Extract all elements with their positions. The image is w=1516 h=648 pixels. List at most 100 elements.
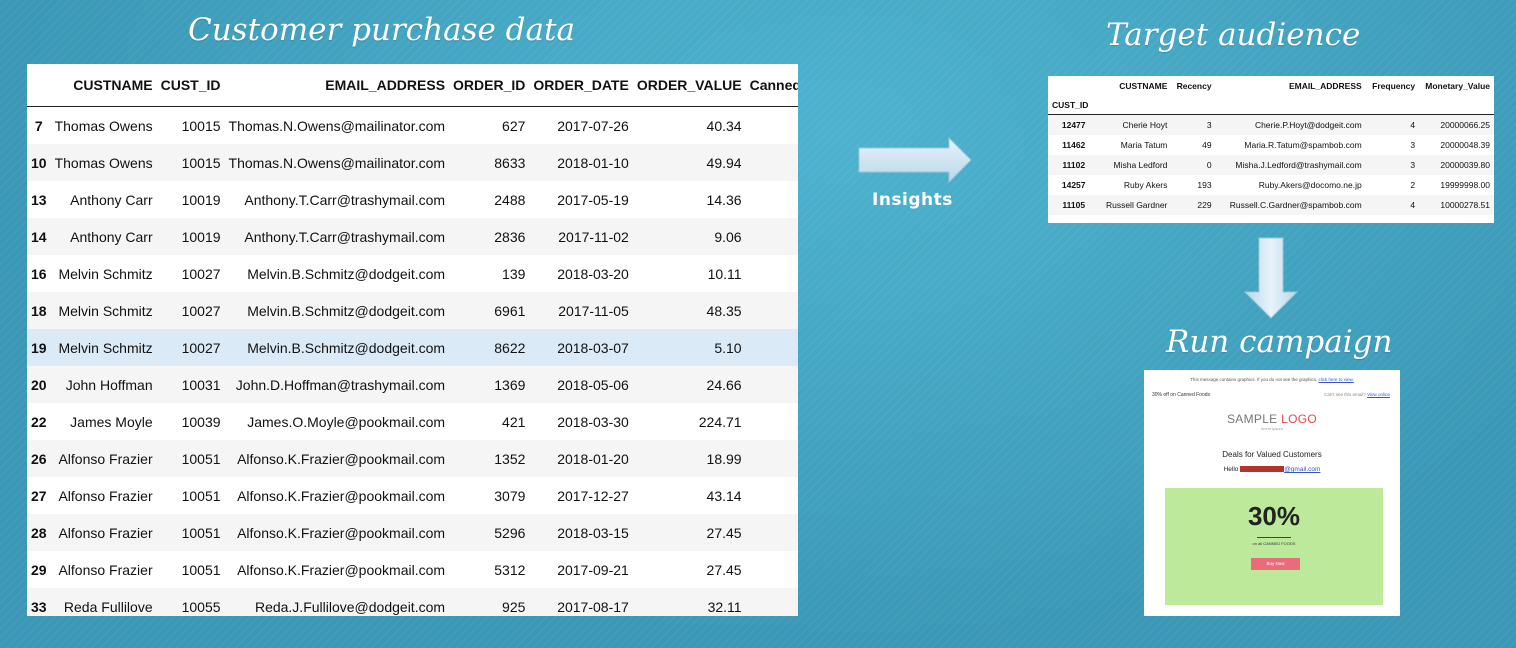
target-table-row: 11105 Russell Gardner 229 Russell.C.Gardner… bbox=[1048, 195, 1494, 215]
purchase-table-cell: Melvin Schmitz bbox=[50, 292, 157, 329]
target-table-cell: Maria Tatum bbox=[1120, 140, 1168, 150]
purchase-table-cell: Anthony.T.Carr@trashymail.com bbox=[244, 191, 446, 208]
purchase-table-cell: 2018-05-06 bbox=[529, 366, 633, 403]
target-table-header: CUSTNAME Recency EMAIL_ADDRESS Frequency Mon… bbox=[1048, 76, 1494, 95]
purchase-table-cell: 2018-01-10 bbox=[529, 144, 633, 181]
purchase-table-cell: Melvin Schmitz bbox=[50, 329, 157, 366]
email-address-link[interactable]: @gmail.com bbox=[1284, 466, 1320, 473]
purchase-col-header: ORDER_ID bbox=[449, 64, 530, 107]
purchase-table-cell: 224.71 bbox=[698, 413, 742, 430]
purchase-table-cell: 26 bbox=[27, 440, 51, 477]
hello-line: Hello @gmail.com bbox=[1144, 466, 1400, 473]
purchase-table-cell: 5296 bbox=[449, 514, 530, 551]
purchase-table-cell: 1 bbox=[746, 255, 798, 292]
purchase-table-cell: 22 bbox=[31, 413, 47, 430]
heading-customer-purchase-data: Customer purchase data bbox=[188, 12, 575, 48]
purchase-table-cell: 5.10 bbox=[632, 329, 746, 366]
target-col-header: Frequency bbox=[1372, 80, 1416, 91]
purchase-table-cell: James Moyle bbox=[70, 413, 153, 430]
purchase-table-row: 20 John Hoffman 10031 John.D.Hoffman@trashy… bbox=[27, 366, 798, 403]
purchase-table-row: 28 Alfonso Frazier 10051 Alfonso.K.Frazier@… bbox=[27, 514, 798, 551]
purchase-table-cell: 1 bbox=[745, 292, 798, 329]
purchase-table-cell: 2018-03-15 bbox=[529, 514, 633, 551]
purchase-table-cell: 1369 bbox=[449, 366, 530, 403]
purchase-table-cell: 3079 bbox=[494, 487, 526, 504]
purchase-table-cell: 10051 bbox=[181, 561, 221, 578]
purchase-table-cell: 2017-11-05 bbox=[529, 292, 633, 329]
purchase-table-cell: 2017-11-02 bbox=[529, 218, 633, 255]
purchase-table-cell: Melvin Schmitz bbox=[58, 265, 153, 282]
purchase-table-cell: 29 bbox=[31, 561, 47, 578]
purchase-table-cell: 24.66 bbox=[632, 366, 746, 403]
purchase-table-cell: 9.06 bbox=[632, 218, 746, 255]
purchase-table-cell: 27.45 bbox=[632, 514, 746, 551]
purchase-table-cell: 2488 bbox=[494, 191, 526, 208]
logo-text-red: LOGO bbox=[1281, 412, 1317, 426]
purchase-table-cell: 10015 bbox=[181, 117, 221, 134]
buy-now-button[interactable]: Buy Now bbox=[1251, 558, 1300, 570]
purchase-table-cell: Melvin.B.Schmitz@dodgeit.com bbox=[224, 329, 450, 366]
target-col-header: EMAIL_ADDRESS bbox=[1288, 80, 1362, 91]
logo-text-gray: SAMPLE bbox=[1226, 412, 1282, 426]
purchase-table-cell: 1 bbox=[745, 366, 798, 403]
purchase-table-row: 33 Reda Fullilove 10055 Reda.J.Fullilove@do… bbox=[27, 588, 798, 616]
view-online-link[interactable]: View online bbox=[1367, 392, 1390, 397]
target-table-cell: Maria.R.Tatum@spambob.com bbox=[1244, 140, 1362, 150]
purchase-table-cell: James.O.Moyle@pookmail.com bbox=[247, 413, 446, 430]
email-campaign-preview: This message contains graphics. If you d… bbox=[1144, 370, 1400, 616]
purchase-table-cell: 18 bbox=[27, 292, 51, 329]
target-col-header: Monetary_Value bbox=[1425, 80, 1490, 91]
target-table-cell: 193 bbox=[1197, 180, 1212, 190]
hello-text: Hello bbox=[1223, 466, 1239, 473]
purchase-table-cell: 10031 bbox=[156, 366, 225, 403]
purchase-table-row: 13 Anthony Carr 10019 Anthony.T.Carr@trashy… bbox=[27, 181, 798, 218]
purchase-table-cell: 925 bbox=[449, 588, 530, 616]
discount-percent: 30% bbox=[1247, 501, 1301, 531]
cant-see-text: Can't see this email? bbox=[1324, 392, 1366, 397]
purchase-table-cell: 421 bbox=[502, 413, 526, 430]
target-table-cell: 14257 bbox=[1061, 180, 1086, 190]
purchase-table-cell: 8622 bbox=[449, 329, 530, 366]
purchase-table-cell: 33 bbox=[27, 588, 51, 616]
email-top-note: This message contains graphics. If you d… bbox=[1144, 377, 1400, 382]
purchase-table-cell: 32.11 bbox=[632, 588, 746, 616]
purchase-table-cell: 10051 bbox=[181, 487, 221, 504]
heading-run-campaign: Run campaign bbox=[1166, 324, 1393, 360]
purchase-table-row: 29 Alfonso Frazier 10051 Alfonso.K.Frazier@… bbox=[27, 551, 798, 588]
target-table-row: 14257 Ruby Akers 193 Ruby.Akers@docomo.ne.j… bbox=[1048, 175, 1494, 195]
target-col-header: CUSTNAME bbox=[1119, 80, 1168, 91]
purchase-table-cell: Anthony Carr bbox=[50, 218, 157, 255]
target-col-header bbox=[1048, 76, 1099, 95]
heading-target-audience: Target audience bbox=[1106, 17, 1361, 53]
purchase-table-cell: Thomas.N.Owens@mailinator.com bbox=[224, 144, 450, 181]
purchase-table-cell: 8633 bbox=[449, 144, 530, 181]
insights-label: Insights bbox=[872, 190, 953, 210]
target-table-cell: 20000039.80 bbox=[1419, 155, 1494, 175]
click-here-link[interactable]: click here to view. bbox=[1319, 377, 1354, 382]
target-table-index-header: CUST_ID bbox=[1048, 95, 1494, 115]
email-subject: 30% off on Canned Foods bbox=[1152, 392, 1211, 398]
purchase-table-row: 7 Thomas Owens 10015 Thomas.N.Owens@mailina… bbox=[27, 107, 798, 145]
purchase-table-cell: 48.35 bbox=[632, 292, 746, 329]
promo-divider bbox=[1257, 537, 1291, 538]
target-table-row: 12477 Cherie Hoyt 3 Cherie.P.Hoyt@dodgeit.c… bbox=[1048, 114, 1494, 135]
logo-subtitle: lorem ipsum bbox=[1261, 426, 1283, 431]
purchase-table-cell: 10051 bbox=[156, 440, 225, 477]
cant-see-email: Can't see this email? View online bbox=[1324, 392, 1390, 397]
purchase-col-header: ORDER_DATE bbox=[529, 64, 633, 107]
purchase-table-cell: 10039 bbox=[181, 413, 221, 430]
purchase-table-cell: 27 bbox=[31, 487, 47, 504]
purchase-table-cell: 13 bbox=[31, 191, 47, 208]
purchase-table-cell: John.D.Hoffman@trashymail.com bbox=[224, 366, 450, 403]
target-table-row: 11462 Maria Tatum 49 Maria.R.Tatum@spambob.… bbox=[1048, 135, 1494, 155]
down-arrow-icon bbox=[1243, 237, 1299, 319]
target-table-cell: 229 bbox=[1171, 195, 1216, 215]
purchase-table-cell: 1 bbox=[746, 551, 798, 588]
purchase-table-row: 10 Thomas Owens 10015 Thomas.N.Owens@mailin… bbox=[27, 144, 798, 181]
purchase-table-cell: 10019 bbox=[156, 218, 225, 255]
purchase-table-cell: 2017-07-26 bbox=[557, 117, 629, 134]
purchase-table: CUSTNAME CUST_ID EMAIL_ADDRESS ORDER_ID ORDE… bbox=[27, 64, 798, 616]
target-table-cell: Ruby.Akers@docomo.ne.jp bbox=[1258, 180, 1362, 190]
purchase-table-cell: Alfonso Frazier bbox=[58, 561, 153, 578]
purchase-table-cell: 10 bbox=[27, 144, 51, 181]
